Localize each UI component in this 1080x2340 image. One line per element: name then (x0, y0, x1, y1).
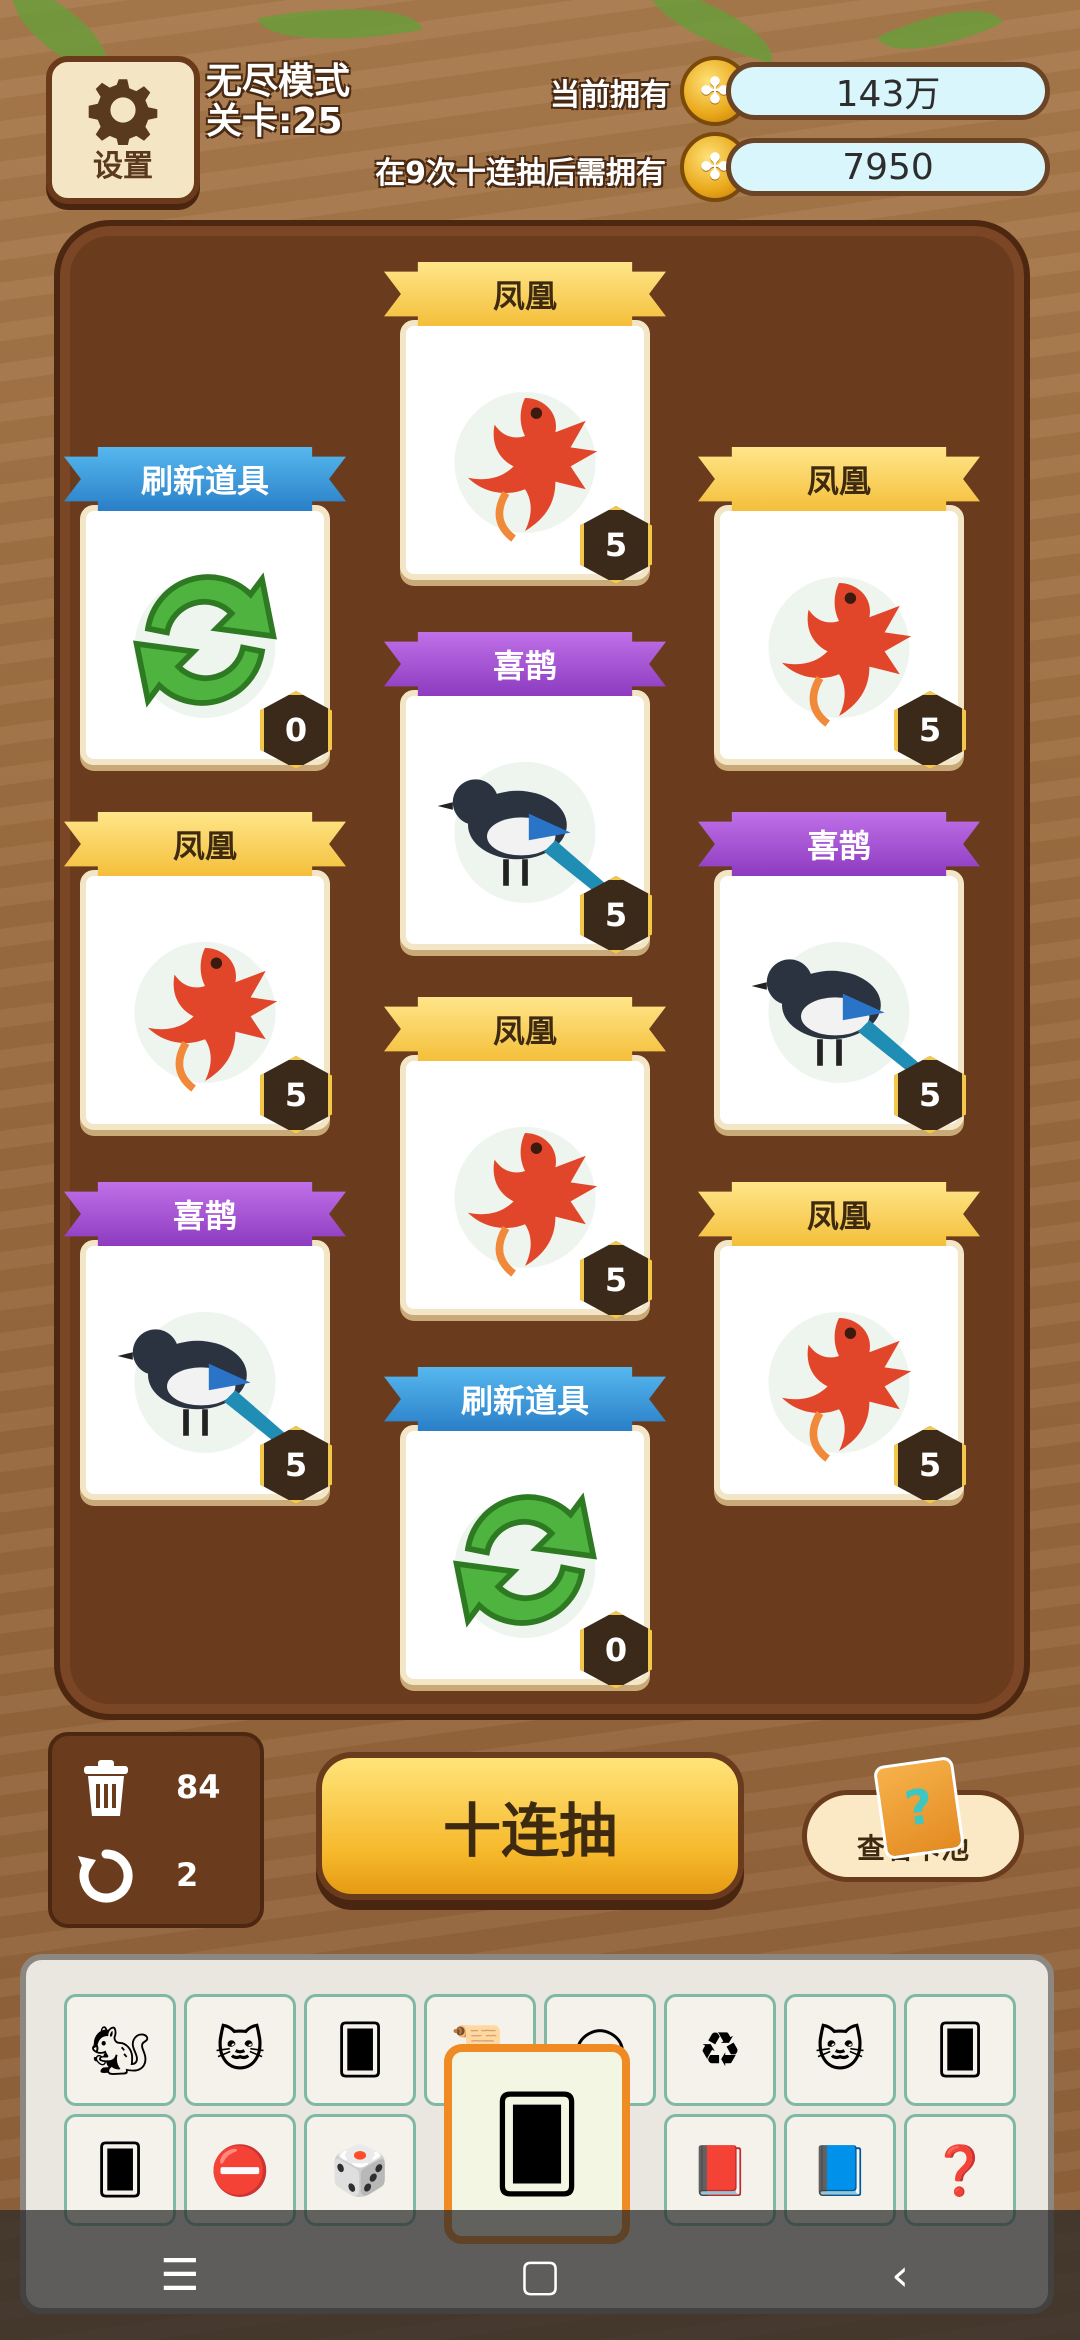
card-title: 凤凰 (384, 997, 666, 1061)
card-title: 刷新道具 (384, 1367, 666, 1431)
card-title: 喜鹊 (64, 1182, 346, 1246)
card-pool-icon (872, 1755, 966, 1861)
back-nav-button[interactable]: ‹ (850, 2250, 950, 2301)
card-phoenix[interactable]: 凤凰 5 (384, 985, 666, 1325)
card-pack-icon[interactable]: 🂠 (304, 1994, 416, 2106)
card-refresh[interactable]: 刷新道具 0 (64, 435, 346, 775)
required-coins-label: 在9次十连抽后需拥有 (375, 156, 666, 191)
settings-button[interactable]: 设置 (46, 56, 200, 204)
system-navbar: ☰ ▢ ‹ (0, 2210, 1080, 2340)
card-title: 凤凰 (384, 262, 666, 326)
card-pack-icon[interactable]: 🂠 (904, 1994, 1016, 2106)
leaf-decoration (257, 0, 423, 58)
lucky-cat-icon[interactable]: 🐱 (784, 1994, 896, 2106)
leaf-decoration (636, 0, 784, 64)
recycle-icon[interactable]: ♻ (664, 1994, 776, 2106)
card-title: 喜鹊 (698, 812, 980, 876)
undo-icon[interactable] (74, 1844, 138, 1908)
card-title: 刷新道具 (64, 447, 346, 511)
card-title: 凤凰 (698, 447, 980, 511)
trash-count: 84 (176, 1768, 221, 1806)
current-coins-label: 当前拥有 (550, 78, 670, 113)
home-nav-button[interactable]: ▢ (490, 2250, 590, 2301)
counter-panel: 84 2 (48, 1732, 264, 1928)
card-magpie[interactable]: 喜鹊 5 (64, 1170, 346, 1510)
settings-label: 设置 (93, 149, 153, 184)
menu-nav-button[interactable]: ☰ (130, 2250, 230, 2301)
trash-icon[interactable] (74, 1756, 138, 1820)
card-refresh[interactable]: 刷新道具 0 (384, 1355, 666, 1695)
ten-draw-button[interactable]: 十连抽 (316, 1752, 744, 1900)
card-phoenix[interactable]: 凤凰 5 (698, 435, 980, 775)
gear-icon (88, 79, 158, 145)
card-magpie[interactable]: 喜鹊 5 (698, 800, 980, 1140)
squirrel-icon[interactable]: 🐿 (64, 1994, 176, 2106)
card-phoenix[interactable]: 凤凰 5 (384, 250, 666, 590)
card-title: 凤凰 (698, 1182, 980, 1246)
card-title: 喜鹊 (384, 632, 666, 696)
lucky-cat-icon[interactable]: 🐱 (184, 1994, 296, 2106)
card-magpie[interactable]: 喜鹊 5 (384, 620, 666, 960)
view-card-pool-button[interactable]: 查看卡池 (802, 1755, 1024, 1882)
current-coins-value: 143万 (726, 62, 1050, 120)
card-phoenix[interactable]: 凤凰 5 (698, 1170, 980, 1510)
required-coins-value: 7950 (726, 138, 1050, 196)
card-title: 凤凰 (64, 812, 346, 876)
level-label: 关卡:25 (206, 101, 343, 142)
undo-count: 2 (176, 1856, 199, 1894)
card-phoenix[interactable]: 凤凰 5 (64, 800, 346, 1140)
